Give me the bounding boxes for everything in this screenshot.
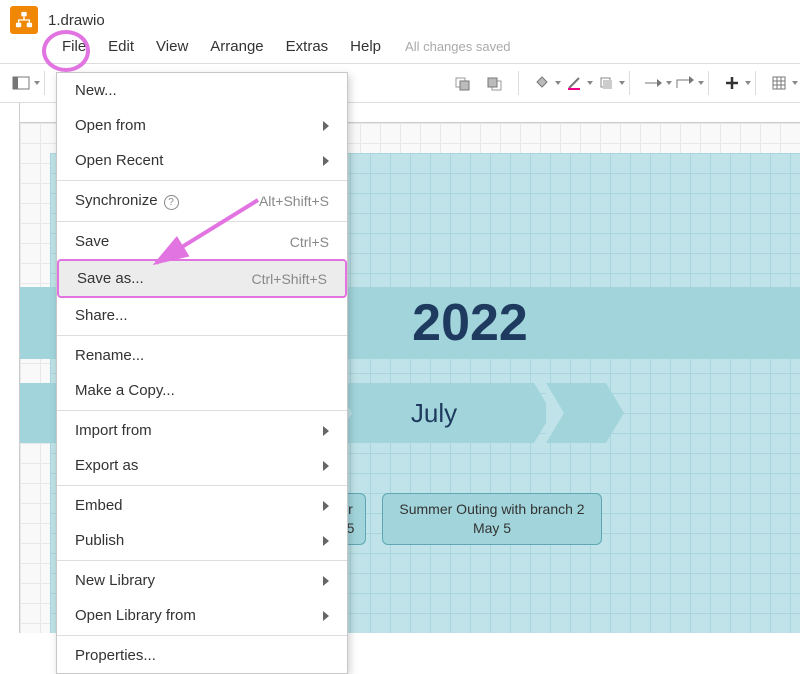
help-icon: ?	[164, 195, 179, 210]
menu-synchronize[interactable]: Synchronize? Alt+Shift+S	[57, 183, 347, 219]
chevron-july[interactable]: July	[334, 383, 534, 443]
menu-help[interactable]: Help	[346, 36, 385, 57]
menu-import-from[interactable]: Import from	[57, 413, 347, 448]
menu-arrange[interactable]: Arrange	[206, 36, 267, 57]
note-summer-outing[interactable]: Summer Outing with branch 2 May 5	[382, 493, 602, 545]
menubar: File Edit View Arrange Extras Help All c…	[0, 36, 800, 63]
fill-color-icon[interactable]	[529, 70, 555, 96]
menu-share[interactable]: Share...	[57, 298, 347, 333]
menu-file[interactable]: File	[58, 36, 90, 57]
to-back-icon[interactable]	[482, 70, 508, 96]
menu-properties[interactable]: Properties...	[57, 638, 347, 673]
menu-new-library[interactable]: New Library	[57, 563, 347, 598]
menu-export-as[interactable]: Export as	[57, 448, 347, 483]
menu-save-as[interactable]: Save as...Ctrl+Shift+S	[57, 259, 347, 298]
menu-rename[interactable]: Rename...	[57, 338, 347, 373]
table-icon[interactable]	[766, 70, 792, 96]
menu-new[interactable]: New...	[57, 73, 347, 108]
drawio-logo	[10, 6, 38, 34]
connection-icon[interactable]	[640, 70, 666, 96]
line-color-icon[interactable]	[561, 70, 587, 96]
insert-icon[interactable]	[719, 70, 745, 96]
menu-extras[interactable]: Extras	[282, 36, 333, 57]
menu-open-library-from[interactable]: Open Library from	[57, 598, 347, 633]
menu-open-from[interactable]: Open from	[57, 108, 347, 143]
menu-make-copy[interactable]: Make a Copy...	[57, 373, 347, 408]
save-status: All changes saved	[405, 39, 511, 54]
chevron-next[interactable]	[546, 383, 606, 443]
sidebar-toggle-icon[interactable]	[8, 70, 34, 96]
menu-open-recent[interactable]: Open Recent	[57, 143, 347, 178]
year-text: 2022	[412, 293, 528, 353]
menu-embed[interactable]: Embed	[57, 488, 347, 523]
ruler-vertical	[0, 103, 20, 633]
waypoints-icon[interactable]	[672, 70, 698, 96]
menu-edit[interactable]: Edit	[104, 36, 138, 57]
menu-publish[interactable]: Publish	[57, 523, 347, 558]
menu-view[interactable]: View	[152, 36, 192, 57]
to-front-icon[interactable]	[450, 70, 476, 96]
file-title[interactable]: 1.drawio	[48, 12, 105, 29]
file-menu-dropdown: New... Open from Open Recent Synchronize…	[56, 72, 348, 674]
shadow-icon[interactable]	[593, 70, 619, 96]
menu-save[interactable]: SaveCtrl+S	[57, 224, 347, 259]
